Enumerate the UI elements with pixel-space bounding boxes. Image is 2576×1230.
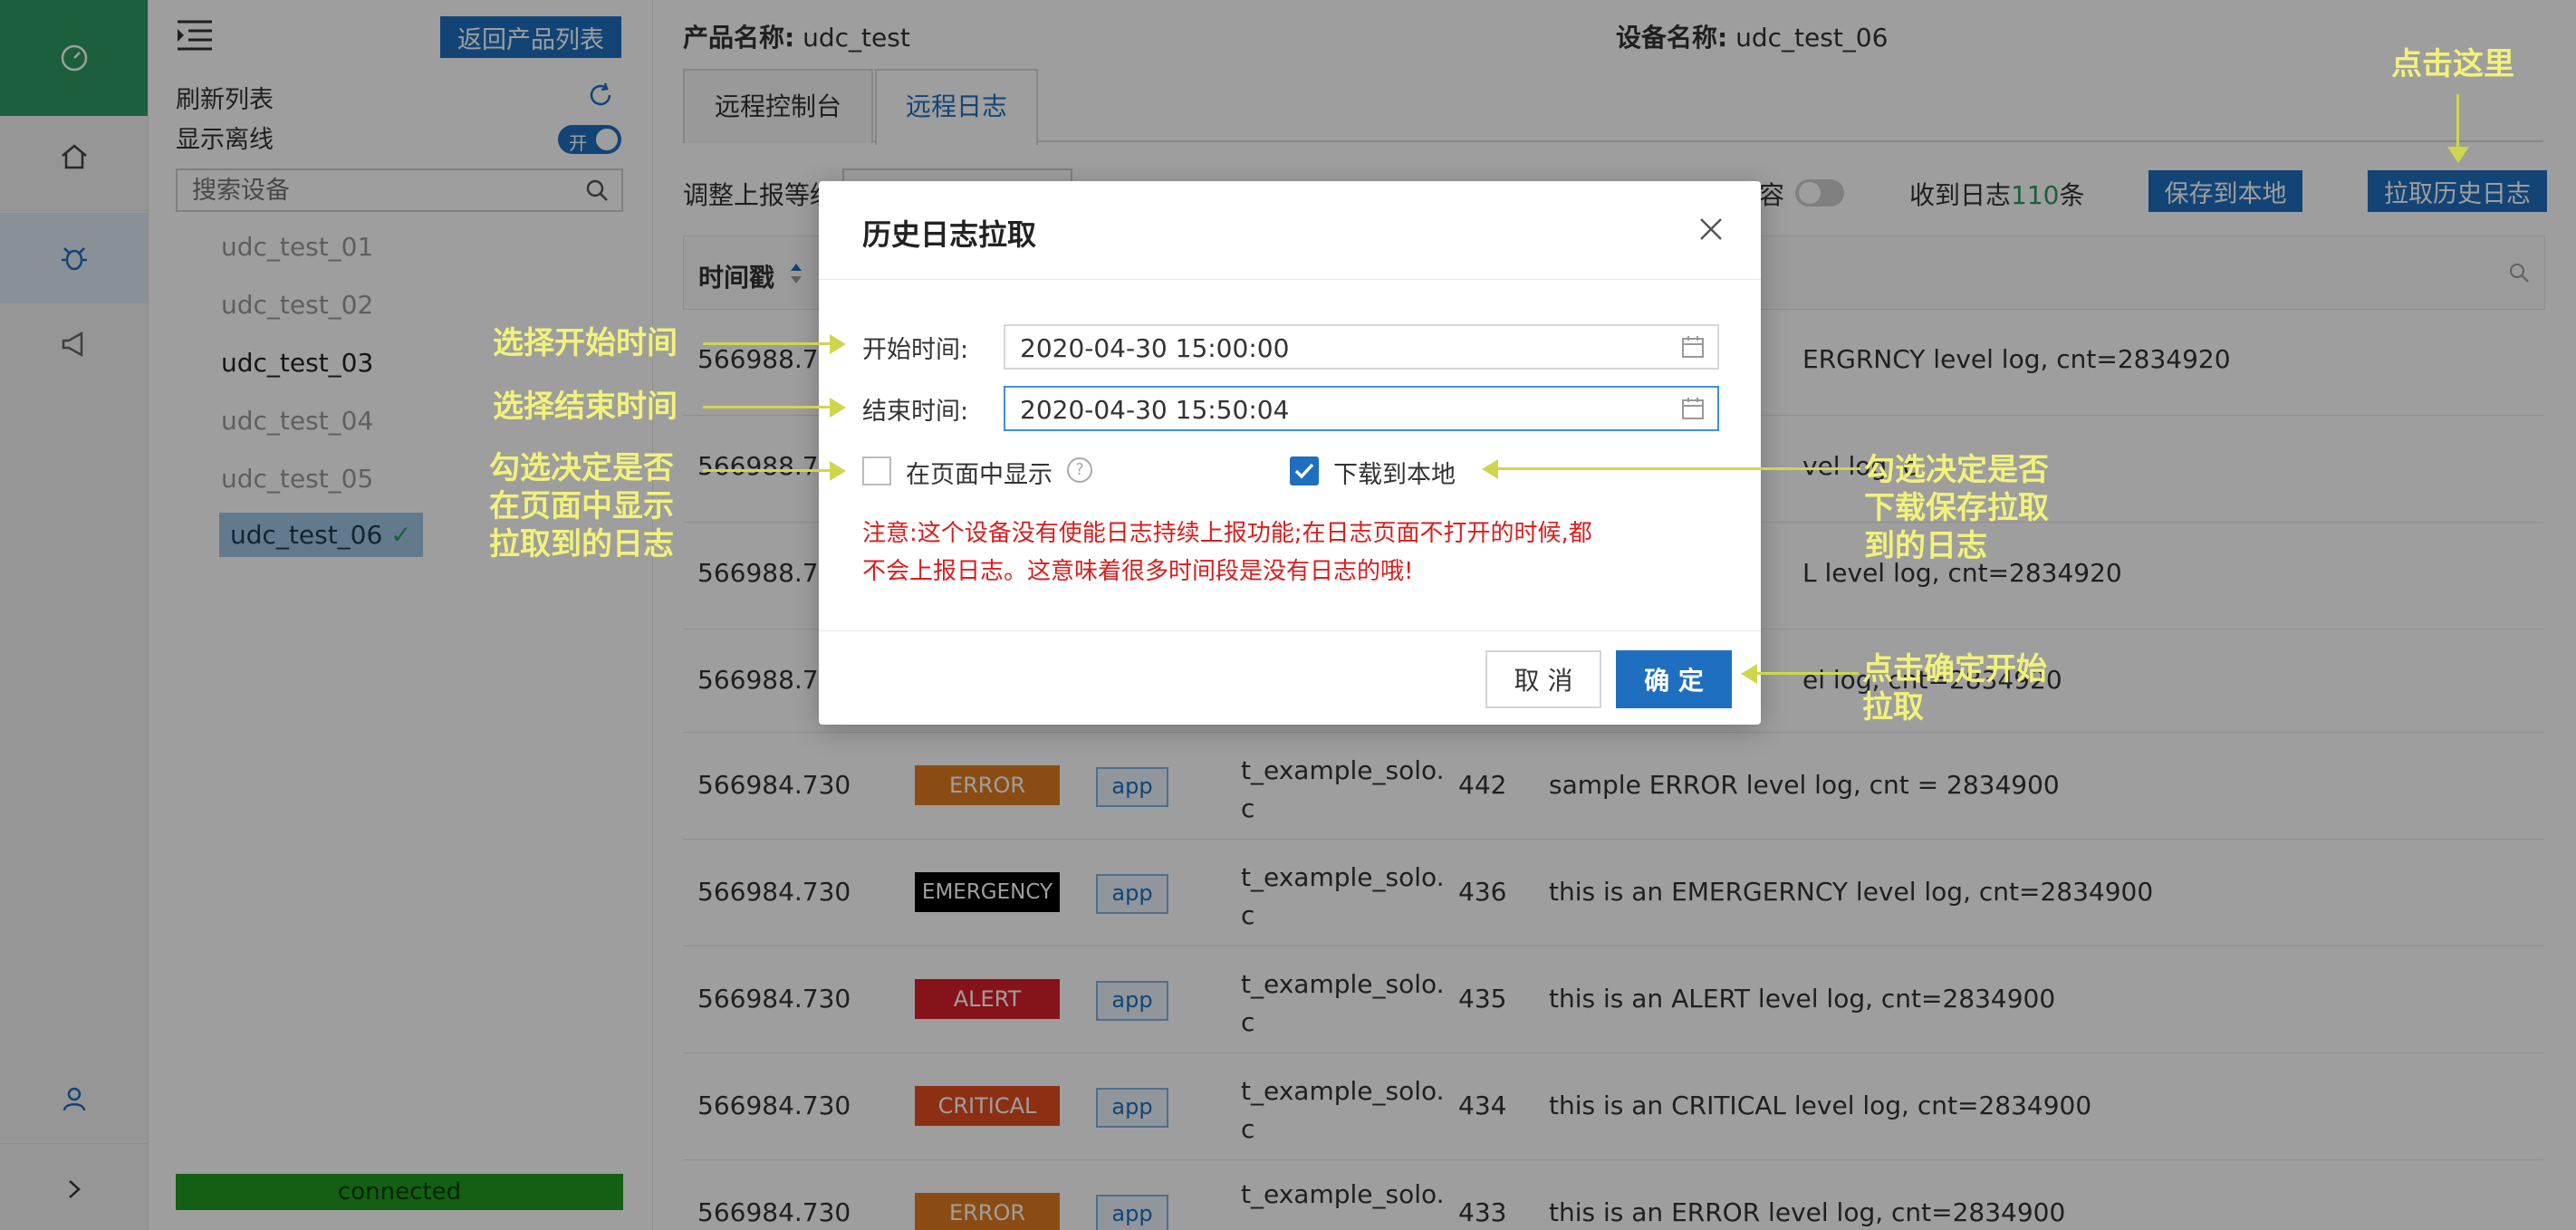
annotation-arrow xyxy=(703,469,830,472)
annotation-arrow xyxy=(1498,467,1860,470)
annotation-line: 勾选决定是否 xyxy=(489,450,674,486)
history-log-dialog: 历史日志拉取 开始时间: 2020-04-30 15:00:00 结束时间: 2… xyxy=(819,181,1761,725)
download-local-label: 下载到本地 xyxy=(1333,461,1456,489)
annotation-choose-start: 选择开始时间 xyxy=(493,325,678,361)
arrow-left-icon xyxy=(1482,459,1498,479)
calendar-icon xyxy=(1682,336,1704,358)
calendar-icon xyxy=(1682,398,1704,419)
download-local-checkbox[interactable] xyxy=(1290,456,1319,485)
close-button[interactable] xyxy=(1697,216,1725,246)
arrow-down-icon xyxy=(2447,147,2469,163)
annotation-show-decide: 勾选决定是否 在页面中显示 拉取到的日志 xyxy=(489,449,674,563)
annotation-arrow xyxy=(2456,94,2459,150)
close-icon xyxy=(1700,218,1722,240)
annotation-arrow xyxy=(1757,672,1859,675)
arrow-right-icon xyxy=(830,398,846,418)
annotation-ok-decide: 点击确定开始 拉取 xyxy=(1862,650,2047,726)
start-time-label: 开始时间: xyxy=(862,336,969,364)
help-icon[interactable]: ? xyxy=(1067,457,1092,483)
confirm-button[interactable]: 确 定 xyxy=(1616,650,1732,708)
annotation-line: 下载保存拉取 xyxy=(1864,490,2049,526)
dialog-title: 历史日志拉取 xyxy=(862,217,1037,252)
arrow-right-icon xyxy=(830,461,846,481)
cancel-button[interactable]: 取 消 xyxy=(1485,650,1601,708)
notice-text: 注意:这个设备没有使能日志持续上报功能;在日志页面不打开的时候,都 不会上报日志… xyxy=(862,514,1592,591)
end-time-value: 2020-04-30 15:50:04 xyxy=(1020,395,1290,425)
annotation-line: 拉取到的日志 xyxy=(489,526,674,562)
arrow-left-icon xyxy=(1741,664,1757,684)
arrow-right-icon xyxy=(830,334,846,354)
annotation-line: 勾选决定是否 xyxy=(1864,452,2049,488)
notice-line-2: 不会上报日志。这意味着很多时间段是没有日志的哦! xyxy=(862,558,1414,585)
annotation-line: 在页面中显示 xyxy=(489,488,674,524)
annotation-line: 到的日志 xyxy=(1864,528,1987,564)
notice-line-1: 注意:这个设备没有使能日志持续上报功能;在日志页面不打开的时候,都 xyxy=(862,520,1592,547)
start-time-value: 2020-04-30 15:00:00 xyxy=(1020,333,1290,363)
annotation-line: 点击确定开始 xyxy=(1862,651,2047,687)
annotation-line: 拉取 xyxy=(1862,689,1924,726)
annotation-download-decide: 勾选决定是否 下载保存拉取 到的日志 xyxy=(1864,451,2049,565)
show-on-page-label: 在页面中显示 xyxy=(906,461,1053,489)
annotation-arrow xyxy=(703,406,830,408)
annotation-choose-end: 选择结束时间 xyxy=(493,389,678,425)
start-time-input[interactable]: 2020-04-30 15:00:00 xyxy=(1004,324,1719,370)
end-time-label: 结束时间: xyxy=(862,398,969,426)
show-on-page-checkbox[interactable] xyxy=(862,456,891,485)
annotation-click-here: 点击这里 xyxy=(2391,46,2514,82)
checkmark-icon xyxy=(1294,463,1314,479)
annotation-arrow xyxy=(703,342,830,345)
end-time-input[interactable]: 2020-04-30 15:50:04 xyxy=(1004,386,1719,431)
